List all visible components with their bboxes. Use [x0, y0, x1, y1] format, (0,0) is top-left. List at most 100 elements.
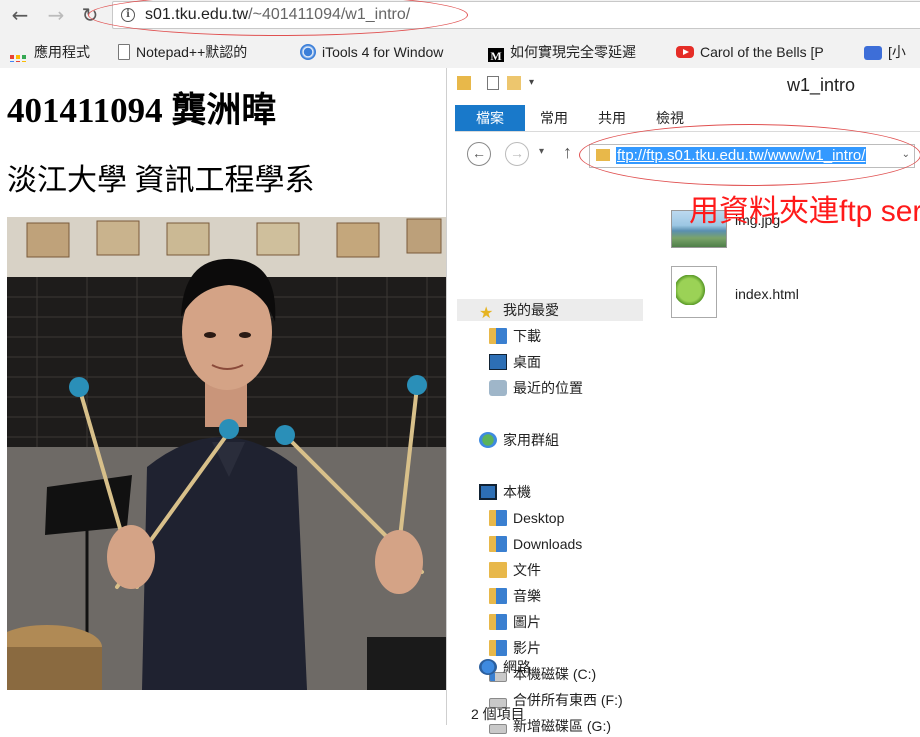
drive-icon: [489, 724, 507, 734]
tab-file[interactable]: 檔案: [455, 105, 525, 131]
folder-icon: [489, 536, 507, 552]
bookmark-carol[interactable]: Carol of the Bells [P: [676, 42, 848, 62]
itools-icon: [300, 44, 316, 60]
youtube-icon: [676, 46, 694, 58]
nav-recent[interactable]: 最近的位置: [489, 377, 583, 399]
documents-folder-icon: [489, 562, 507, 578]
address-text[interactable]: ftp://ftp.s01.tku.edu.tw/www/w1_intro/: [616, 147, 867, 164]
address-box[interactable]: ftp://ftp.s01.tku.edu.tw/www/w1_intro/ ⌄: [589, 144, 915, 168]
bookmark-apps[interactable]: 應用程式: [10, 42, 108, 62]
nav-label: Desktop: [513, 510, 565, 526]
address-bar[interactable]: i s01.tku.edu.tw/~401411094/w1_intro/: [112, 1, 920, 29]
properties-icon[interactable]: [487, 76, 499, 90]
bookmark-label: 如何實現完全零延遲: [510, 44, 636, 60]
status-bar: 2 個項目: [471, 706, 525, 722]
nav-downloads[interactable]: Downloads: [489, 533, 582, 555]
desktop-icon: [489, 354, 507, 370]
nav-label: 下載: [513, 328, 541, 344]
bookmarks-bar: 應用程式 Notepad++默認的 iTools 4 for Window M如…: [0, 38, 920, 66]
bookmark-label: [小: [888, 44, 906, 60]
document-icon: [118, 44, 130, 60]
pictures-folder-icon: [489, 614, 507, 630]
title-bar: ▾ w1_intro: [447, 68, 920, 102]
ftp-annotation-text: 用資料夾連ftp server: [689, 195, 920, 228]
nav-label: 合併所有東西 (F:): [513, 692, 623, 708]
nav-label: 文件: [513, 562, 541, 578]
pc-icon: [479, 484, 497, 500]
nav-network[interactable]: 網路: [479, 656, 531, 678]
nav-label: 家用群組: [503, 432, 559, 448]
navigation-row: ← → ▾ ↑ ftp://ftp.s01.tku.edu.tw/www/w1_…: [447, 124, 920, 186]
nav-pictures[interactable]: 圖片: [489, 611, 541, 633]
recent-icon: [489, 380, 507, 396]
nav-label: 音樂: [513, 588, 541, 604]
photo-illustration: [7, 217, 446, 690]
up-arrow-icon[interactable]: ↑: [563, 142, 572, 163]
nav-homegroup[interactable]: 家用群組: [479, 429, 559, 451]
notepadpp-logo-icon: [676, 275, 710, 305]
chat-icon: [864, 46, 882, 60]
chevron-down-icon[interactable]: ⌄: [902, 149, 910, 160]
forward-arrow-icon[interactable]: →: [44, 3, 68, 27]
ribbon-tabs: 檔案 常用 共用 檢視: [455, 105, 920, 132]
network-icon: [479, 659, 497, 675]
url-path: /~401411094/w1_intro/: [248, 6, 411, 23]
tab-view[interactable]: 檢視: [647, 105, 693, 131]
folder-icon: [457, 76, 471, 90]
nav-label: 最近的位置: [513, 380, 583, 396]
reload-icon[interactable]: ↻: [78, 3, 102, 27]
forward-icon[interactable]: →: [505, 142, 529, 166]
back-arrow-icon[interactable]: ←: [8, 3, 32, 27]
music-folder-icon: [489, 588, 507, 604]
back-icon[interactable]: ←: [467, 142, 491, 166]
bookmark-label: iTools 4 for Window: [322, 44, 444, 60]
student-photo: [7, 217, 446, 690]
bookmark-latency[interactable]: M 如何實現完全零延遲: [488, 42, 664, 62]
file-name: index.html: [735, 286, 799, 302]
recent-locations-icon[interactable]: ▾: [539, 146, 544, 157]
bookmark-label: Notepad++默認的: [136, 44, 248, 60]
nav-desktop-fav[interactable]: 桌面: [489, 351, 541, 373]
downloads-folder-icon: [489, 328, 507, 344]
star-icon: ★: [479, 305, 494, 322]
nav-label: 影片: [513, 640, 541, 656]
url-text: s01.tku.edu.tw/~401411094/w1_intro/: [145, 6, 410, 24]
videos-folder-icon: [489, 640, 507, 656]
m-icon: M: [488, 48, 504, 62]
nav-desktop[interactable]: Desktop: [489, 507, 564, 529]
bookmark-chat[interactable]: [小: [864, 42, 920, 62]
url-host: s01.tku.edu.tw: [145, 6, 249, 23]
nav-downloads-fav[interactable]: 下載: [489, 325, 541, 347]
nav-label: Downloads: [513, 536, 583, 552]
nav-label: 本機: [503, 484, 531, 500]
bookmark-label: 應用程式: [34, 44, 90, 60]
nav-music[interactable]: 音樂: [489, 585, 541, 607]
window-title: w1_intro: [787, 75, 856, 95]
bookmark-itools[interactable]: iTools 4 for Window: [300, 42, 476, 62]
nav-label: 網路: [503, 659, 531, 675]
folder-icon: [596, 149, 610, 161]
notepadpp-file-icon: [671, 266, 717, 318]
navigation-pane: ★ 我的最愛 下載 桌面 最近的位置 家用群組 本機 Desktop Downlo…: [447, 180, 643, 734]
apps-icon: [10, 55, 26, 62]
content-pane: img.jpg index.html 用資料夾連ftp server: [643, 180, 920, 700]
bookmark-label: Carol of the Bells [P: [700, 44, 824, 60]
info-icon[interactable]: i: [121, 8, 135, 22]
nav-label: 桌面: [513, 354, 541, 370]
file-explorer-window: ▾ w1_intro 檔案 常用 共用 檢視 ← → ▾ ↑ ftp://ftp…: [446, 68, 920, 734]
nav-label: 我的最愛: [503, 302, 559, 318]
tab-share[interactable]: 共用: [589, 105, 635, 131]
nav-this-pc[interactable]: 本機: [479, 481, 531, 503]
department-heading: 淡江大學 資訊工程學系: [7, 164, 315, 197]
tab-home[interactable]: 常用: [531, 105, 577, 131]
nav-favorites[interactable]: ★ 我的最愛: [479, 299, 559, 322]
new-folder-icon[interactable]: [507, 76, 521, 90]
nav-label: 圖片: [513, 614, 541, 630]
browser-chrome: ← → ↻ i s01.tku.edu.tw/~401411094/w1_int…: [0, 0, 920, 68]
dropdown-icon[interactable]: ▾: [529, 76, 543, 90]
homegroup-icon: [479, 432, 497, 448]
nav-documents[interactable]: 文件: [489, 559, 541, 581]
folder-icon: [489, 510, 507, 526]
bookmark-notepad[interactable]: Notepad++默認的: [118, 42, 288, 62]
student-heading: 401411094 龔洲暐: [7, 91, 277, 130]
